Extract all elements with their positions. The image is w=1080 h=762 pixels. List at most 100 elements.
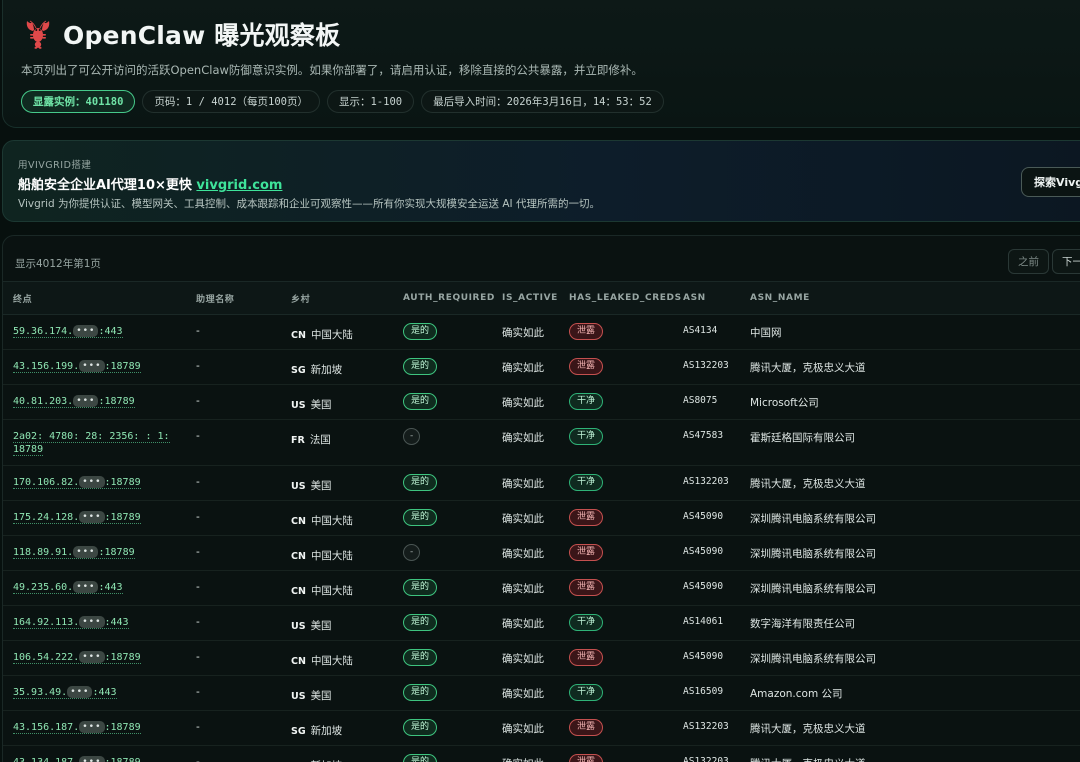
column-header-is-active[interactable]: IS_ACTIVE (492, 281, 559, 315)
masked-octet: ••• (79, 721, 105, 733)
endpoint-port: :18789 (104, 652, 141, 663)
is-active-cell: 确实如此 (492, 710, 559, 746)
is-active-cell: 确实如此 (492, 640, 559, 676)
endpoint-link[interactable]: 175.24.128. •••:18789 (13, 511, 141, 524)
leak-status-badge: 泄露 (569, 754, 604, 762)
masked-octet: ••• (79, 511, 105, 523)
table-row[interactable]: 59.36.174. •••:443 - CN 中国大陆 是的 确实如此 泄露 AS4134 中国… (3, 314, 1080, 350)
auth-status-badge: 是的 (403, 579, 438, 596)
column-header-country[interactable]: 乡村 (281, 281, 393, 315)
endpoint-link-continued[interactable]: 18789 (13, 444, 44, 456)
endpoint-link[interactable]: 170.106.82. •••:18789 (13, 476, 141, 489)
asn-cell: AS132203 (673, 745, 740, 762)
endpoint-cell: 35.93.49. •••:443 (3, 675, 186, 711)
vivgrid-link[interactable]: vivgrid.com (196, 178, 282, 193)
title-row: OpenClaw 曝光观察板 (23, 16, 340, 52)
is-active-cell: 确实如此 (492, 465, 559, 501)
endpoint-link[interactable]: 40.81.203. •••:18789 (13, 395, 135, 408)
endpoint-prefix: 43.156.199. (13, 361, 80, 372)
monitored-count-pill: 显露实例：401180 (21, 90, 136, 113)
column-header-endpoint[interactable]: 终点 (3, 281, 186, 315)
endpoint-cell: 175.24.128. •••:18789 (3, 500, 186, 536)
endpoint-link[interactable]: 106.54.222. •••:18789 (13, 651, 141, 664)
is-active-cell: 确实如此 (492, 384, 559, 420)
asn-cell: AS16509 (673, 675, 740, 711)
next-page-button[interactable]: 下一页 (1052, 249, 1080, 274)
endpoint-link[interactable]: 43.156.187. •••:18789 (13, 721, 141, 734)
endpoint-cell: 118.89.91. •••:18789 (3, 535, 186, 571)
table-row[interactable]: 43.134.187.•••:18789 -SG新加坡是的 确实如此泄露 AS1322… (3, 745, 1080, 762)
asn-name-cell: Amazon.com 公司 (740, 675, 1080, 711)
table-row[interactable]: 35.93.49. •••:443 - US 美国 是的 确实如此 干净 AS16509 Amaz… (3, 675, 1080, 711)
auth-required-cell: 是的 (393, 640, 492, 676)
auth-required-cell: 是的 (393, 500, 492, 536)
leaked-creds-cell: 干净 (559, 465, 673, 501)
column-header-asn-name[interactable]: ASN_NAME (740, 281, 1080, 315)
endpoint-prefix: 35.93.49. (13, 687, 68, 698)
country-code: SG (291, 365, 306, 376)
prev-page-button[interactable]: 之前 (1008, 249, 1049, 274)
country-name: 中国大陆 (310, 550, 353, 562)
country-code: US (291, 400, 306, 411)
masked-octet: ••• (79, 616, 105, 628)
auth-required-cell: 是的 (393, 605, 492, 641)
banner-headline-text: 船舶安全企业AI代理10×更快 (18, 178, 197, 193)
column-header-leaked-creds[interactable]: HAS_LEAKED_CREDS (559, 281, 681, 315)
page-info: 显示4012年第1页 (15, 258, 101, 270)
auth-status-badge: 是的 (403, 474, 438, 491)
endpoint-cell: 43.156.199. •••:18789 (3, 349, 186, 385)
table-row[interactable]: 118.89.91. •••:18789- CN 中国大陆 - 确实如此 泄露 AS45090… (3, 535, 1080, 571)
endpoint-prefix: 43.156.187. (13, 722, 80, 733)
leak-status-badge: 泄露 (569, 544, 604, 561)
country-name: 新加坡 (310, 725, 343, 737)
country-name: 中国大陆 (310, 329, 353, 341)
endpoint-cell: 106.54.222. •••:18789 (3, 640, 186, 676)
sponsor-banner: 用VIVGRID搭建 船舶安全企业AI代理10×更快 vivgrid.com V… (2, 140, 1080, 222)
header-card: OpenClaw 曝光观察板 本页列出了可公开访问的活跃OpenClaw防御意识… (2, 0, 1080, 128)
auth-status-badge: 是的 (403, 393, 438, 410)
leak-status-badge: 泄露 (569, 719, 604, 736)
table-row[interactable]: 106.54.222. •••:18789 - CN 中国大陆 是的 确实如此 泄露 AS450… (3, 640, 1080, 676)
assistant-cell: - (186, 384, 281, 420)
column-header-assistant[interactable]: 助理名称 (186, 281, 281, 315)
endpoint-link[interactable]: 164.92.113. •••:443 (13, 616, 129, 629)
table-row[interactable]: 43.156.199. •••:18789 - SG 新加坡 是的 确实如此 泄露 AS1322… (3, 349, 1080, 385)
explore-vivgrid-button[interactable]: 探索Vivgrid (1021, 167, 1080, 197)
table-row[interactable]: 175.24.128. •••:18789 - CN 中国大陆 是的 确实如此 泄露 AS450… (3, 500, 1080, 536)
asn-cell: AS45090 (673, 535, 740, 571)
endpoint-cell: 40.81.203. •••:18789 (3, 384, 186, 420)
masked-octet: ••• (79, 360, 105, 372)
auth-status-badge: 是的 (403, 509, 438, 526)
table-row[interactable]: 170.106.82. •••:18789 - US 美国 是的 确实如此 干净 AS13220… (3, 465, 1080, 501)
leaked-creds-cell: 干净 (559, 605, 673, 641)
endpoint-link[interactable]: 35.93.49. •••:443 (13, 686, 117, 699)
table-row[interactable]: 40.81.203. •••:18789 - US 美国 是的 确实如此 干净 AS8075 Mi… (3, 384, 1080, 420)
endpoint-link[interactable]: 118.89.91. •••:18789 (13, 546, 135, 559)
endpoint-link[interactable]: 2a02: 4780: 28: 2356: : 1: (13, 431, 170, 443)
table-row[interactable]: 43.156.187. •••:18789 - SG 新加坡 是的 确实如此 泄露 AS1322… (3, 710, 1080, 746)
endpoint-prefix: 164.92.113. (13, 617, 80, 628)
country-name: 美国 (310, 620, 332, 632)
country-cell: SG 新加坡 (281, 710, 393, 746)
endpoint-link[interactable]: 43.156.199. •••:18789 (13, 360, 141, 373)
asn-cell: AS132203 (673, 349, 740, 385)
endpoint-link[interactable]: 49.235.60. •••:443 (13, 581, 123, 594)
endpoint-link[interactable]: 43.134.187.•••:18789 (13, 756, 141, 762)
column-header-asn[interactable]: ASN (673, 281, 740, 315)
endpoint-port: :18789 (98, 396, 135, 407)
asn-name-cell: 深圳腾讯电脑系统有限公司 (740, 535, 1080, 571)
table-row[interactable]: 164.92.113. •••:443 - US 美国 是的 确实如此 干净 AS14061 数字… (3, 605, 1080, 641)
endpoint-port: :18789 (105, 757, 141, 762)
column-header-auth-required[interactable]: AUTH_REQUIRED (393, 281, 494, 315)
country-name: 美国 (310, 399, 332, 411)
leaked-creds-cell: 干净 (559, 384, 673, 420)
assistant-cell: - (186, 500, 281, 536)
table-row[interactable]: 49.235.60. •••:443 - CN 中国大陆 是的 确实如此 泄露 AS45090 深… (3, 570, 1080, 606)
endpoint-link[interactable]: 59.36.174. •••:443 (13, 325, 123, 338)
endpoint-prefix: 49.235.60. (13, 582, 74, 593)
page-title: OpenClaw 曝光观察板 (63, 21, 341, 50)
table-row[interactable]: 2a02: 4780: 28: 2356: : 1: 18789- FR 法国 - 确实如… (3, 419, 1080, 466)
leak-status-badge: 泄露 (569, 649, 604, 666)
auth-status-badge: - (403, 428, 421, 445)
auth-required-cell: 是的 (393, 675, 492, 711)
